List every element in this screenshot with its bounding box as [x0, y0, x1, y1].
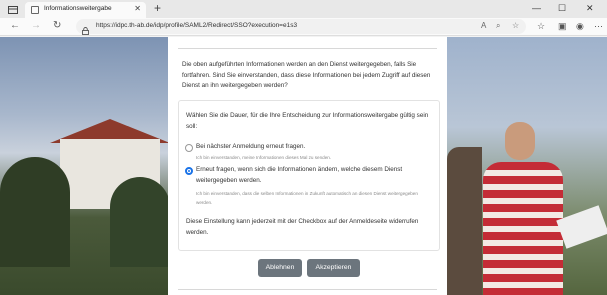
divider — [178, 48, 437, 49]
background-photo-left — [0, 37, 170, 295]
duration-question: Wählen Sie die Dauer, für die Ihre Entsc… — [186, 112, 429, 130]
menu-icon[interactable]: ⋯ — [594, 21, 603, 32]
consent-duration-card: Wählen Sie die Dauer, für die Ihre Entsc… — [178, 100, 440, 251]
lock-icon[interactable] — [82, 22, 89, 35]
tab-title: Informationsweitergabe — [44, 5, 112, 12]
tree — [0, 157, 70, 267]
minimize-button[interactable]: — — [532, 1, 541, 15]
striped-shirt — [483, 162, 563, 295]
option-description: Ich bin einverstanden, meine Information… — [196, 155, 332, 160]
tab-actions-icon[interactable] — [7, 3, 19, 15]
maximize-button[interactable]: ☐ — [558, 1, 566, 15]
student-head — [505, 122, 535, 160]
consent-intro-text: Die oben aufgeführten Informationen werd… — [182, 61, 431, 89]
address-bar[interactable]: https://idpc.th-ab.de/idp/profile/SAML2/… — [76, 19, 526, 35]
reload-icon[interactable]: ↻ — [53, 20, 61, 32]
collections-icon[interactable]: ▣ — [558, 21, 567, 32]
favorite-icon[interactable]: ☆ — [512, 21, 519, 31]
consent-panel: Die oben aufgeführten Informationen werd… — [168, 37, 447, 295]
browser-toolbar: ← → ↻ https://idpc.th-ab.de/idp/profile/… — [0, 18, 607, 36]
radio-ask-on-change[interactable] — [185, 167, 193, 175]
url-text[interactable]: https://idpc.th-ab.de/idp/profile/SAML2/… — [96, 22, 297, 29]
reject-button[interactable]: Ablehnen — [258, 259, 302, 277]
option-description: Ich bin einverstanden, dass die selben I… — [196, 191, 418, 205]
close-window-button[interactable]: ✕ — [586, 1, 594, 15]
student-reading — [475, 122, 570, 295]
read-aloud-icon[interactable]: A — [481, 21, 486, 31]
option-label-ask-on-change[interactable]: Erneut fragen, wenn sich die Information… — [196, 165, 434, 186]
forward-icon[interactable]: → — [31, 20, 41, 32]
divider — [178, 289, 437, 290]
radio-ask-next-login[interactable] — [185, 144, 193, 152]
tree — [110, 177, 170, 267]
back-icon[interactable]: ← — [10, 20, 20, 32]
close-tab-icon[interactable]: ✕ — [134, 4, 141, 14]
accept-button[interactable]: Akzeptieren — [307, 259, 360, 277]
favorites-bar-icon[interactable]: ☆ — [537, 21, 545, 32]
new-tab-button[interactable]: + — [154, 1, 161, 15]
browser-tab[interactable]: Informationsweitergabe ✕ — [25, 2, 146, 18]
page-icon — [31, 6, 39, 14]
zoom-icon[interactable]: ⌕ — [496, 21, 500, 31]
revoke-note: Diese Einstellung kann jederzeit mit der… — [186, 218, 419, 236]
tab-strip: Informationsweitergabe ✕ + — ☐ ✕ — [0, 0, 607, 18]
profile-icon[interactable]: ◉ — [576, 21, 584, 32]
option-label-ask-next-login[interactable]: Bei nächster Anmeldung erneut fragen. — [196, 142, 434, 153]
page-viewport: Die oben aufgeführten Informationen werd… — [0, 37, 607, 295]
